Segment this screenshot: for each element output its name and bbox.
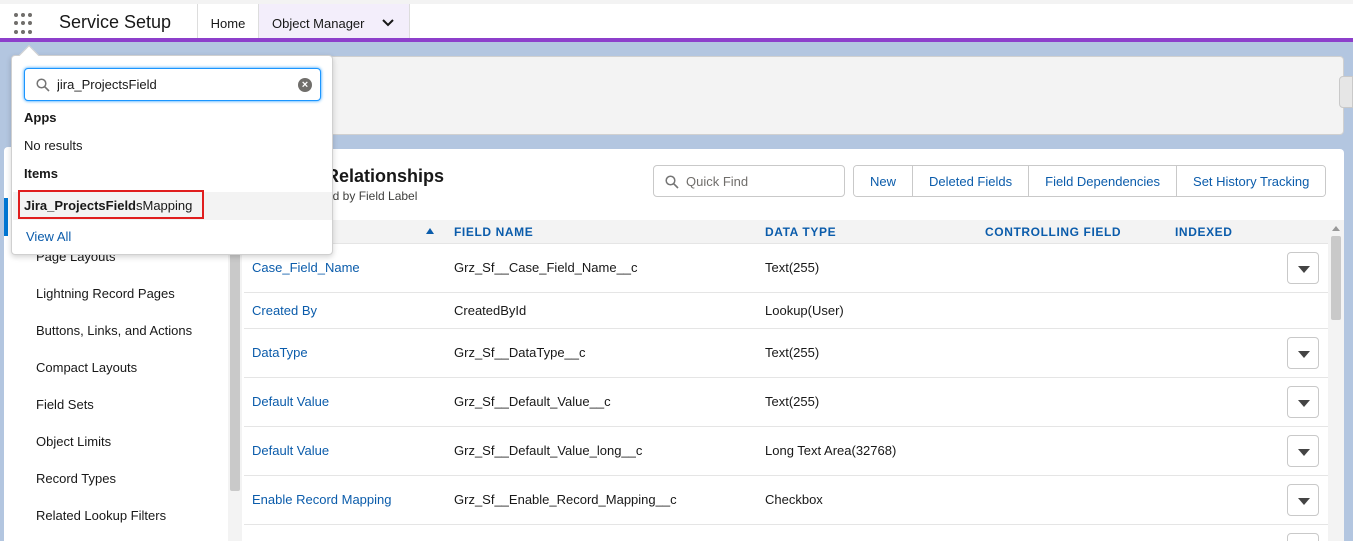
field-data-type: Long Text Area(32768) bbox=[765, 443, 897, 458]
table-row: Case_Field_Name Grz_Sf__Case_Field_Name_… bbox=[244, 244, 1328, 293]
field-label-link[interactable]: Default Value bbox=[252, 394, 329, 409]
tab-object-manager[interactable]: Object Manager bbox=[258, 4, 410, 42]
setup-search-dropdown: × Apps No results Items Jira_ProjectsFie… bbox=[11, 45, 333, 255]
table-row: Created By CreatedById Lookup(User) bbox=[244, 293, 1328, 329]
sidebar-item-record-types[interactable]: Record Types bbox=[36, 471, 116, 486]
sidebar-active-indicator bbox=[4, 198, 8, 236]
search-result-rest: sMapping bbox=[136, 198, 193, 213]
chevron-down-icon bbox=[1298, 266, 1310, 273]
field-api-name: CreatedById bbox=[454, 303, 527, 318]
view-all-link[interactable]: View All bbox=[26, 229, 71, 244]
field-label-link[interactable]: Enable Record Mapping bbox=[252, 492, 391, 507]
apps-no-results: No results bbox=[24, 138, 83, 153]
row-actions-button[interactable] bbox=[1287, 533, 1319, 541]
column-header-controlling-field[interactable]: CONTROLLING FIELD bbox=[985, 225, 1121, 239]
table-row bbox=[244, 525, 1328, 541]
app-name: Service Setup bbox=[59, 12, 172, 32]
setup-search-input[interactable] bbox=[57, 69, 287, 100]
field-data-type: Text(255) bbox=[765, 394, 820, 409]
sort-ascending-icon[interactable] bbox=[426, 228, 434, 234]
column-header-data-type[interactable]: DATA TYPE bbox=[765, 225, 836, 239]
row-actions-button[interactable] bbox=[1287, 252, 1319, 284]
field-data-type: Text(255) bbox=[765, 260, 820, 275]
sidebar-item-related-lookup-filters[interactable]: Related Lookup Filters bbox=[36, 508, 166, 523]
sidebar-item-object-limits[interactable]: Object Limits bbox=[36, 434, 111, 449]
table-row: DataType Grz_Sf__DataType__c Text(255) bbox=[244, 329, 1328, 378]
field-api-name: Grz_Sf__Enable_Record_Mapping__c bbox=[454, 492, 677, 507]
row-actions-button[interactable] bbox=[1287, 435, 1319, 467]
search-icon bbox=[665, 175, 679, 189]
page-subtitle: ed by Field Label bbox=[326, 189, 418, 203]
global-header: Service Setup Home Object Manager bbox=[0, 0, 1353, 42]
deleted-fields-button[interactable]: Deleted Fields bbox=[913, 166, 1030, 196]
tab-home[interactable]: Home bbox=[198, 4, 258, 42]
row-actions-button[interactable] bbox=[1287, 484, 1319, 516]
scroll-up-icon[interactable] bbox=[1332, 226, 1340, 231]
table-scrollbar[interactable] bbox=[1328, 220, 1344, 541]
table-row: Default Value Grz_Sf__Default_Value_long… bbox=[244, 427, 1328, 476]
items-heading: Items bbox=[24, 166, 58, 181]
app-launcher-icon[interactable] bbox=[14, 13, 36, 35]
clear-search-icon[interactable]: × bbox=[298, 78, 312, 92]
field-api-name: Grz_Sf__Default_Value__c bbox=[454, 394, 611, 409]
search-icon bbox=[36, 78, 50, 92]
tab-object-manager-label: Object Manager bbox=[272, 15, 365, 31]
field-data-type: Lookup(User) bbox=[765, 303, 844, 318]
set-history-tracking-button[interactable]: Set History Tracking bbox=[1177, 166, 1326, 196]
field-dependencies-button[interactable]: Field Dependencies bbox=[1029, 166, 1178, 196]
field-label-link[interactable]: Created By bbox=[252, 303, 317, 318]
new-button[interactable]: New bbox=[854, 166, 914, 196]
quick-find-input[interactable] bbox=[686, 166, 836, 196]
search-result-match: Jira_ProjectsField bbox=[24, 198, 136, 213]
row-actions-button[interactable] bbox=[1287, 386, 1319, 418]
table-scroll-thumb[interactable] bbox=[1331, 236, 1341, 320]
field-api-name: Grz_Sf__Default_Value_long__c bbox=[454, 443, 643, 458]
table-header: FIELD NAME DATA TYPE CONTROLLING FIELD I… bbox=[244, 220, 1328, 244]
column-header-indexed[interactable]: INDEXED bbox=[1175, 225, 1233, 239]
chevron-down-icon bbox=[1298, 351, 1310, 358]
table-row: Enable Record Mapping Grz_Sf__Enable_Rec… bbox=[244, 476, 1328, 525]
field-label-link[interactable]: Case_Field_Name bbox=[252, 260, 360, 275]
field-api-name: Grz_Sf__DataType__c bbox=[454, 345, 586, 360]
field-label-link[interactable]: DataType bbox=[252, 345, 308, 360]
chevron-down-icon[interactable] bbox=[381, 16, 395, 30]
table-row: Default Value Grz_Sf__Default_Value__c T… bbox=[244, 378, 1328, 427]
field-label-link[interactable]: Default Value bbox=[252, 443, 329, 458]
field-actions-button-group: New Deleted Fields Field Dependencies Se… bbox=[853, 165, 1327, 197]
search-result-item[interactable]: Jira_ProjectsFieldsMapping bbox=[13, 190, 332, 220]
chevron-down-icon bbox=[1298, 498, 1310, 505]
sidebar-item-compact-layouts[interactable]: Compact Layouts bbox=[36, 360, 137, 375]
sidebar-item-lightning-record-pages[interactable]: Lightning Record Pages bbox=[36, 286, 175, 301]
side-panel-handle[interactable] bbox=[1339, 76, 1353, 108]
chevron-down-icon bbox=[1298, 449, 1310, 456]
sidebar-item-field-sets[interactable]: Field Sets bbox=[36, 397, 94, 412]
row-actions-button[interactable] bbox=[1287, 337, 1319, 369]
chevron-down-icon bbox=[1298, 400, 1310, 407]
field-data-type: Text(255) bbox=[765, 345, 820, 360]
page-title: Relationships bbox=[326, 166, 445, 186]
setup-search-box[interactable]: × bbox=[24, 68, 321, 101]
fields-relationships-panel: Relationships ed by Field Label New Dele… bbox=[244, 149, 1344, 541]
search-result-label: Jira_ProjectsFieldsMapping bbox=[24, 198, 192, 213]
apps-heading: Apps bbox=[24, 110, 57, 125]
quick-find-box[interactable] bbox=[653, 165, 845, 197]
sidebar-item-buttons-links-actions[interactable]: Buttons, Links, and Actions bbox=[36, 323, 192, 338]
column-header-field-name[interactable]: FIELD NAME bbox=[454, 225, 533, 239]
field-data-type: Checkbox bbox=[765, 492, 823, 507]
field-api-name: Grz_Sf__Case_Field_Name__c bbox=[454, 260, 638, 275]
